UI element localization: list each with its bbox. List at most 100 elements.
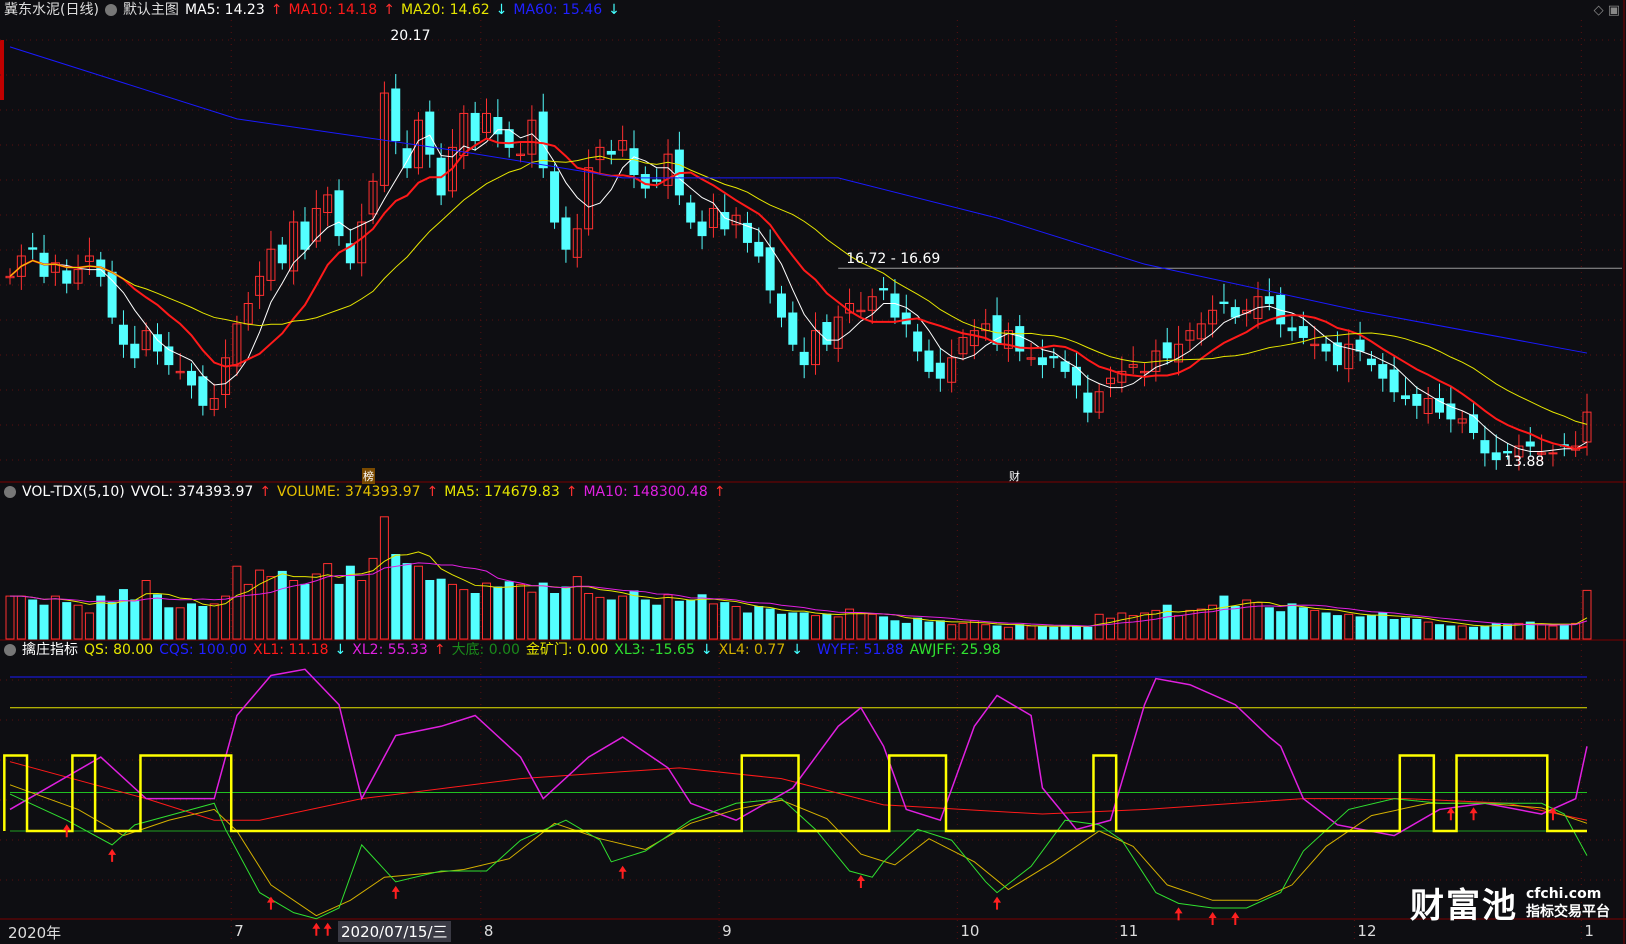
candle-down [1083,392,1093,413]
dropdown-icon[interactable] [104,4,117,16]
candle-down [504,129,514,148]
volume-bar [516,583,526,640]
finance-marker[interactable]: 财 [1008,468,1021,484]
arrow-up-icon: ↑ [426,484,439,500]
indicator-name[interactable]: 擒庄指标 [22,640,78,660]
volume-bar [742,612,752,640]
cqs-value: CQS: 100.00 [159,642,247,658]
volume-bar [1378,612,1388,640]
vvol-value: VVOL: 374393.97 [130,484,254,500]
volume-bar [879,616,889,640]
volume-bar [1571,622,1581,640]
candle-down [277,244,287,264]
volume-bar [16,595,26,640]
volume-bar [947,624,957,640]
candle-down [776,293,786,318]
volume-bar [1389,619,1399,640]
volume-bar [447,583,457,640]
volume-bar [1117,612,1127,640]
chart-canvas[interactable]: 20.17 13.88 16.72 - 16.69 [0,0,1626,944]
buy-arrow-icon [856,875,865,889]
volume-bar [1310,609,1320,640]
volume-bar [232,565,242,640]
volume-bar [606,599,616,640]
candle-down [300,221,310,250]
buy-arrow-icon [323,922,332,936]
diamond-icon[interactable]: ◇ [1594,3,1604,18]
candle-down [606,150,616,155]
ma5-arrow-icon: ↑ [270,2,283,18]
volume-indicator-name[interactable]: VOL-TDX(5,10) [22,482,125,502]
candle-down [913,331,923,352]
volume-bar [1321,612,1331,640]
volume-bar [686,599,696,640]
candle-down [493,116,503,135]
dropdown-icon[interactable] [4,644,16,656]
volume-bar [482,582,492,640]
volume-bar [1423,621,1433,640]
volume-bar [39,604,49,640]
volume-bar [1162,604,1172,640]
high-price-label: 20.17 [390,28,430,44]
axis-month-label: 9 [722,922,732,940]
candle-down [130,343,140,359]
qs-step-line [3,754,1587,833]
volume-bar [1412,619,1422,640]
volume-bar [697,594,707,640]
candle-down [1480,440,1490,454]
candle-down [1264,296,1274,305]
candle-down [118,324,128,345]
ma10-value: MA10: 14.18 [288,2,378,18]
awjff-value: AWJFF: 25.98 [909,642,1001,658]
volume-bar [493,586,503,640]
volume-bar [1537,624,1547,640]
logo-domain: cfchi.com [1526,885,1602,902]
volume-bar [538,582,548,640]
volume-bar [130,599,140,640]
candle-down [1287,327,1297,332]
candle-down [198,376,208,406]
xl3-value: XL3: -15.65 [614,642,695,658]
stock-name[interactable]: 冀东水泥(日线) [4,0,99,20]
volume-bar [379,516,389,640]
candle-down [62,270,72,284]
arrow-up-icon: ↑ [713,484,726,500]
volume-value: VOLUME: 374393.97 [277,484,421,500]
candle-down [28,247,38,250]
volume-bar [470,593,480,640]
volume-bar [84,612,94,640]
cursor-date: 2020/07/15/三 [338,921,451,942]
volume-bar [175,607,185,640]
volume-bar [1480,625,1490,640]
candle-down [822,322,832,345]
volume-bar [584,593,594,640]
ma20-line [9,155,1588,425]
volume-bar [1582,589,1592,640]
panel-toggle-icon[interactable]: ▣ [1608,3,1620,18]
dropdown-icon[interactable] [4,486,16,498]
ma60-value: MA60: 15.46 [513,2,603,18]
ma5-value: MA5: 14.23 [184,2,265,18]
logo-slogan: 指标交易平台 [1526,903,1610,920]
candle-down [1355,339,1365,352]
volume-bar [629,590,639,640]
volume-bar [765,608,775,640]
template-name[interactable]: 默认主图 [123,0,179,20]
volume-bar [731,606,741,640]
vol-ma5-value: MA5: 174679.83 [444,484,560,500]
volume-bar [1083,626,1093,640]
candle-down [1060,361,1070,372]
axis-month-label: 11 [1119,922,1139,940]
candle-down [1298,326,1308,338]
candle-down [1469,414,1479,433]
volume-bar [924,621,934,640]
candle-down [1219,301,1229,305]
volume-bar [969,620,979,640]
volume-bar [981,624,991,640]
candle-down [901,312,911,325]
volume-bar [958,622,968,640]
volume-bar [1446,625,1456,640]
rank-marker[interactable]: 榜 [362,468,375,484]
volume-bar [345,565,355,640]
volume-bar [652,604,662,640]
